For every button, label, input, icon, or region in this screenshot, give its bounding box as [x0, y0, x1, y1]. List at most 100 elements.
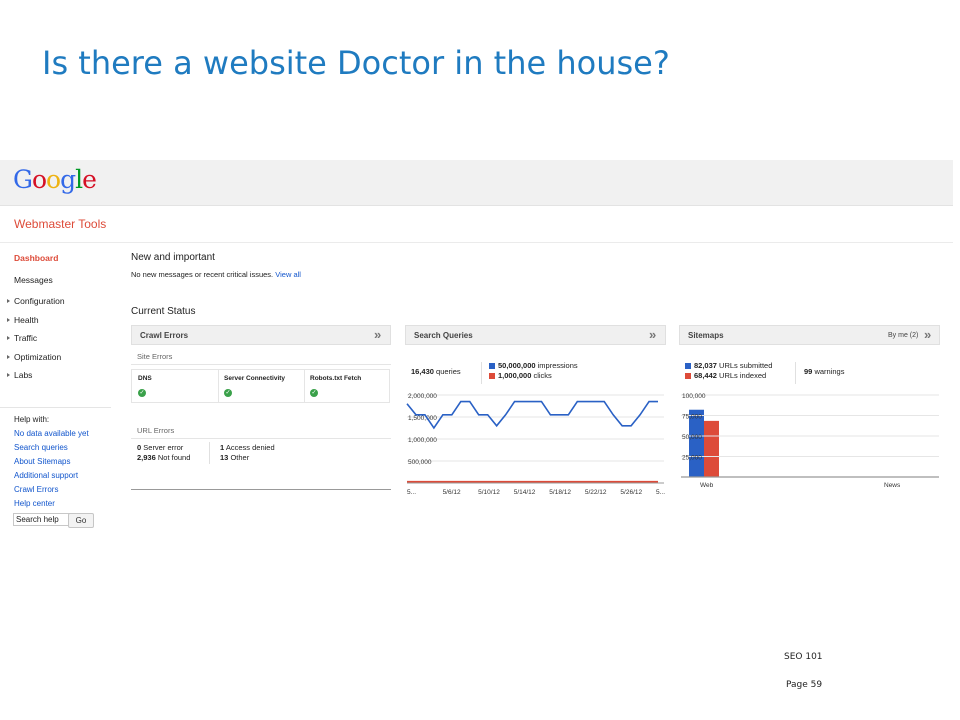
- divider: [481, 362, 482, 384]
- submitted-swatch: [685, 363, 691, 370]
- impressions-legend: 50,000,000 impressions: [489, 361, 578, 370]
- crawl-errors-header[interactable]: Crawl Errors »: [131, 325, 391, 345]
- help-link[interactable]: Additional support: [14, 471, 78, 480]
- help-link[interactable]: Crawl Errors: [14, 485, 58, 494]
- sidebar-item-label: Configuration: [14, 296, 65, 306]
- clicks-legend: 1,000,000 clicks: [489, 371, 552, 380]
- double-chevron-icon[interactable]: »: [374, 327, 381, 342]
- y-tick-label: 50,000: [682, 434, 702, 441]
- stat-label: Server error: [143, 443, 184, 452]
- series-line: [406, 400, 658, 430]
- stat-label: queries: [436, 367, 461, 376]
- sidebar-item-label: Health: [14, 315, 39, 325]
- divider: [131, 438, 391, 439]
- help-link[interactable]: About Sitemaps: [14, 457, 70, 466]
- sidebar-item-label: Traffic: [14, 333, 38, 343]
- x-tick-label: 5/26/12: [620, 489, 642, 496]
- product-title[interactable]: Webmaster Tools: [14, 217, 106, 231]
- caret-right-icon: [7, 299, 10, 304]
- double-chevron-icon[interactable]: »: [924, 327, 931, 342]
- y-tick-label: 25,000: [682, 455, 702, 462]
- stat-value: 16,430: [411, 367, 434, 376]
- slide-title: Is there a website Doctor in the house?: [42, 44, 670, 82]
- indexed-legend: 68,442 URLs indexed: [685, 371, 766, 380]
- search-queries-panel: Search Queries » 16,430 queries 50,000,0…: [405, 325, 666, 505]
- sidebar-item-label: Optimization: [14, 352, 62, 362]
- divider: [795, 362, 796, 384]
- product-bar: Webmaster Tools: [0, 206, 953, 243]
- help-link[interactable]: Search queries: [14, 443, 68, 452]
- current-status-heading: Current Status: [131, 306, 196, 317]
- url-error-stat[interactable]: 1 Access denied: [220, 443, 275, 452]
- sidebar-item-traffic[interactable]: Traffic: [0, 333, 37, 343]
- site-errors-label: Site Errors: [137, 352, 173, 361]
- sidebar-item-messages[interactable]: Messages: [0, 275, 53, 285]
- url-error-stat[interactable]: 2,936 Not found: [137, 453, 190, 462]
- warnings-stat: 99 warnings: [804, 367, 844, 376]
- new-important-heading: New and important: [131, 252, 215, 263]
- crawl-errors-panel: Crawl Errors » Site Errors DNS ✓ Server …: [131, 325, 391, 491]
- logo-letter: l: [75, 165, 83, 194]
- x-tick-label: 5/18/12: [549, 489, 571, 496]
- by-me-filter[interactable]: By me (2): [888, 332, 918, 339]
- notice-text: No new messages or recent critical issue…: [131, 270, 301, 279]
- help-link[interactable]: No data available yet: [14, 429, 89, 438]
- sidebar-item-dashboard[interactable]: Dashboard: [0, 253, 58, 263]
- sitemaps-title: Sitemaps: [688, 331, 724, 340]
- impressions-swatch: [489, 363, 495, 370]
- webmaster-tools-screenshot: Google Webmaster Tools Dashboard Message…: [0, 160, 953, 535]
- url-error-stat[interactable]: 0 Server error: [137, 443, 183, 452]
- sitemaps-header[interactable]: Sitemaps By me (2) »: [679, 325, 940, 345]
- dashboard-main: New and important No new messages or rec…: [131, 243, 953, 535]
- search-queries-title: Search Queries: [414, 331, 473, 340]
- x-tick-label: 5/22/12: [585, 489, 607, 496]
- search-queries-header[interactable]: Search Queries »: [405, 325, 666, 345]
- sidebar-item-configuration[interactable]: Configuration: [0, 296, 65, 306]
- stat-label: clicks: [533, 371, 552, 380]
- divider: [131, 364, 391, 365]
- google-logo: Google: [13, 165, 97, 194]
- stat-value: 1,000,000: [498, 371, 532, 380]
- logo-letter: o: [31, 165, 47, 194]
- help-link[interactable]: Help center: [14, 499, 55, 508]
- view-all-link[interactable]: View all: [275, 270, 301, 279]
- dns-label: DNS: [138, 375, 152, 382]
- x-tick-label: 5/10/12: [478, 489, 500, 496]
- google-topbar: Google: [0, 160, 953, 206]
- sitemaps-panel: Sitemaps By me (2) » 82,037 URLs submitt…: [679, 325, 940, 505]
- y-tick-label: 2,000,000: [408, 393, 437, 400]
- check-icon: ✓: [310, 389, 318, 397]
- sidebar: Dashboard Messages Configuration Health …: [0, 243, 111, 535]
- stat-label: URLs submitted: [719, 361, 773, 370]
- logo-letter: G: [13, 165, 33, 194]
- logo-letter: g: [60, 165, 76, 194]
- y-tick-label: 1,000,000: [408, 437, 437, 444]
- url-error-stat[interactable]: 13 Other: [220, 453, 249, 462]
- stat-label: Other: [230, 453, 250, 462]
- stat-label: Not found: [157, 453, 191, 462]
- notice-message: No new messages or recent critical issue…: [131, 270, 274, 279]
- y-tick-label: 1,500,000: [408, 415, 437, 422]
- footer-course: SEO 101: [784, 652, 823, 662]
- sidebar-item-health[interactable]: Health: [0, 315, 39, 325]
- stat-value: 0: [137, 443, 142, 452]
- help-search-input[interactable]: Search help: [13, 513, 71, 526]
- x-tick-label: 5/14/12: [514, 489, 536, 496]
- sidebar-divider: [0, 407, 111, 408]
- sidebar-item-optimization[interactable]: Optimization: [0, 352, 61, 362]
- caret-right-icon: [7, 355, 10, 360]
- server-connectivity-cell: Server Connectivity ✓: [218, 370, 305, 402]
- dns-cell: DNS ✓: [132, 370, 219, 402]
- sidebar-item-labs[interactable]: Labs: [0, 370, 32, 380]
- crawl-errors-title: Crawl Errors: [140, 331, 189, 340]
- stat-label: Access denied: [225, 443, 275, 452]
- check-icon: ✓: [224, 389, 232, 397]
- y-tick-label: 500,000: [408, 459, 432, 466]
- caret-right-icon: [7, 373, 10, 378]
- logo-letter: o: [46, 165, 61, 194]
- double-chevron-icon[interactable]: »: [649, 327, 656, 342]
- sidebar-item-label: Dashboard: [14, 253, 59, 263]
- x-tick-label: 5...: [407, 489, 416, 496]
- stat-value: 50,000,000: [498, 361, 536, 370]
- help-go-button[interactable]: Go: [68, 513, 94, 528]
